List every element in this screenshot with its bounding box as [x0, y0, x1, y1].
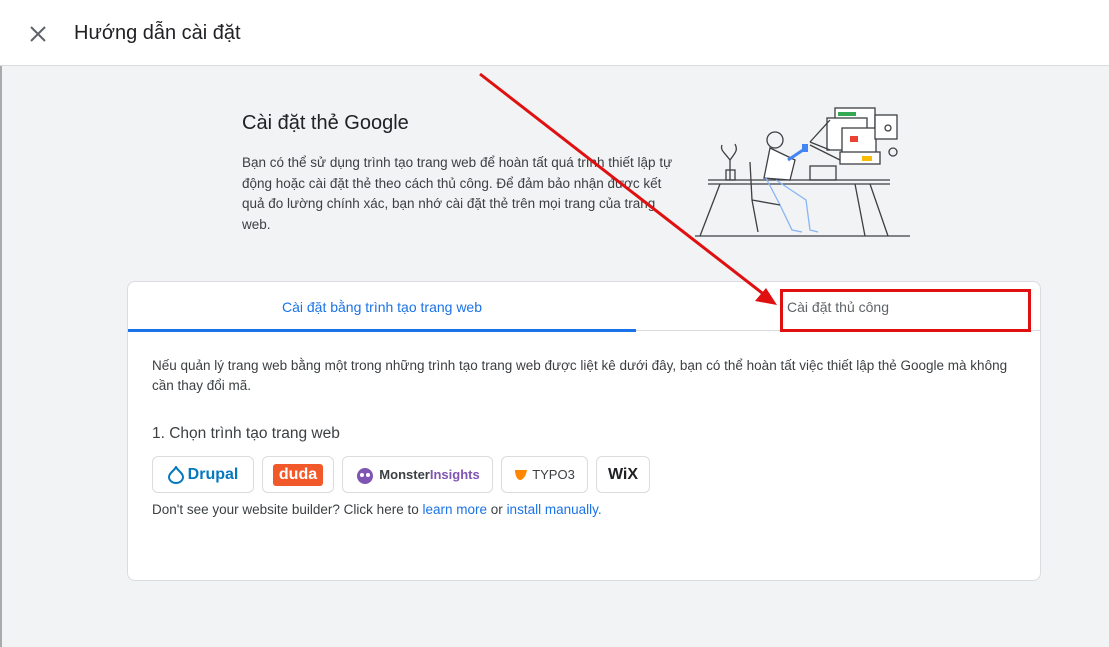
section-title: Cài đặt thẻ Google	[242, 112, 409, 134]
builder-wix-button[interactable]: WiX	[596, 456, 650, 493]
close-icon	[30, 26, 46, 42]
annotation-highlight-box	[780, 289, 1031, 332]
builder-help-text: Don't see your website builder? Click he…	[152, 502, 602, 517]
install-manually-link[interactable]: install manually.	[507, 502, 602, 517]
builder-description: Nếu quản lý trang web bằng một trong nhữ…	[152, 358, 1008, 393]
top-bar: Hướng dẫn cài đặt	[0, 0, 1109, 66]
section-description: Bạn có thể sử dụng trình tạo trang web đ…	[242, 155, 673, 232]
page-title: Hướng dẫn cài đặt	[74, 22, 241, 44]
close-button[interactable]	[24, 20, 52, 48]
monsterinsights-logo-text: MonsterInsights	[379, 467, 480, 482]
builder-duda-button[interactable]: duda	[262, 456, 334, 493]
person-at-desk-illustration	[695, 107, 910, 237]
builder-typo3-button[interactable]: TYPO3	[501, 456, 588, 493]
typo3-logo-text: TYPO3	[532, 467, 575, 482]
typo3-logo-icon	[515, 469, 528, 480]
tab-website-builder[interactable]: Cài đặt bằng trình tạo trang web	[128, 282, 636, 332]
drupal-logo-icon	[167, 465, 184, 484]
drupal-logo-text: Drupal	[187, 465, 239, 483]
builder-list: Drupal duda MonsterInsights TYPO3 WiX	[152, 456, 650, 493]
monsterinsights-logo-icon	[357, 467, 374, 484]
learn-more-link[interactable]: learn more	[422, 502, 487, 517]
builder-drupal-button[interactable]: Drupal	[152, 456, 254, 493]
step-title: 1. Chọn trình tạo trang web	[152, 425, 340, 442]
wix-logo: WiX	[607, 465, 639, 483]
builder-monsterinsights-button[interactable]: MonsterInsights	[342, 456, 493, 493]
duda-logo: duda	[272, 463, 324, 486]
window-edge	[0, 66, 2, 647]
